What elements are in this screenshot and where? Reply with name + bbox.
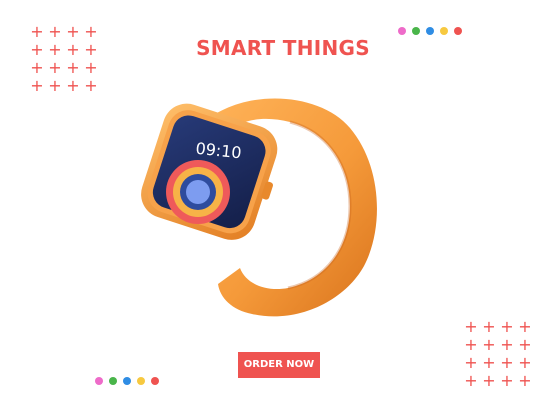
page-title: SMART THINGS bbox=[196, 36, 370, 60]
plus-icon: + bbox=[500, 335, 514, 354]
plus-icon: + bbox=[500, 353, 514, 372]
dot-red bbox=[454, 27, 462, 35]
plus-icon: + bbox=[30, 76, 44, 95]
color-dots-bottom-left bbox=[95, 377, 159, 385]
plus-icon: + bbox=[464, 353, 478, 372]
dot-green bbox=[109, 377, 117, 385]
plus-icon: + bbox=[66, 76, 80, 95]
plus-icon: + bbox=[482, 353, 496, 372]
plus-icon: + bbox=[482, 335, 496, 354]
activity-rings bbox=[166, 160, 230, 224]
plus-icon: + bbox=[84, 76, 98, 95]
dot-green bbox=[412, 27, 420, 35]
plus-icon: + bbox=[30, 58, 44, 77]
plus-icon: + bbox=[518, 317, 532, 336]
plus-icon: + bbox=[66, 58, 80, 77]
plus-icon: + bbox=[84, 58, 98, 77]
dot-pink bbox=[95, 377, 103, 385]
plus-icon: + bbox=[482, 317, 496, 336]
color-dots-top-right bbox=[398, 27, 462, 35]
plus-icon: + bbox=[464, 317, 478, 336]
plus-icon: + bbox=[464, 371, 478, 390]
plus-icon: + bbox=[500, 371, 514, 390]
dot-blue bbox=[426, 27, 434, 35]
plus-icon: + bbox=[48, 58, 62, 77]
smartwatch-image: 09:10 bbox=[141, 98, 377, 317]
dot-yellow bbox=[440, 27, 448, 35]
plus-icon: + bbox=[518, 371, 532, 390]
plus-icon: + bbox=[48, 76, 62, 95]
plus-icon: + bbox=[464, 335, 478, 354]
plus-icon: + bbox=[482, 371, 496, 390]
dot-red bbox=[151, 377, 159, 385]
plus-icon: + bbox=[518, 335, 532, 354]
plus-icon: + bbox=[500, 317, 514, 336]
dot-blue bbox=[123, 377, 131, 385]
order-now-button[interactable]: ORDER NOW bbox=[238, 352, 320, 378]
dot-yellow bbox=[137, 377, 145, 385]
dot-pink bbox=[398, 27, 406, 35]
plus-pattern-bottom-right: + + + + + + + + + + + + + + + + bbox=[462, 318, 534, 390]
plus-icon: + bbox=[518, 353, 532, 372]
